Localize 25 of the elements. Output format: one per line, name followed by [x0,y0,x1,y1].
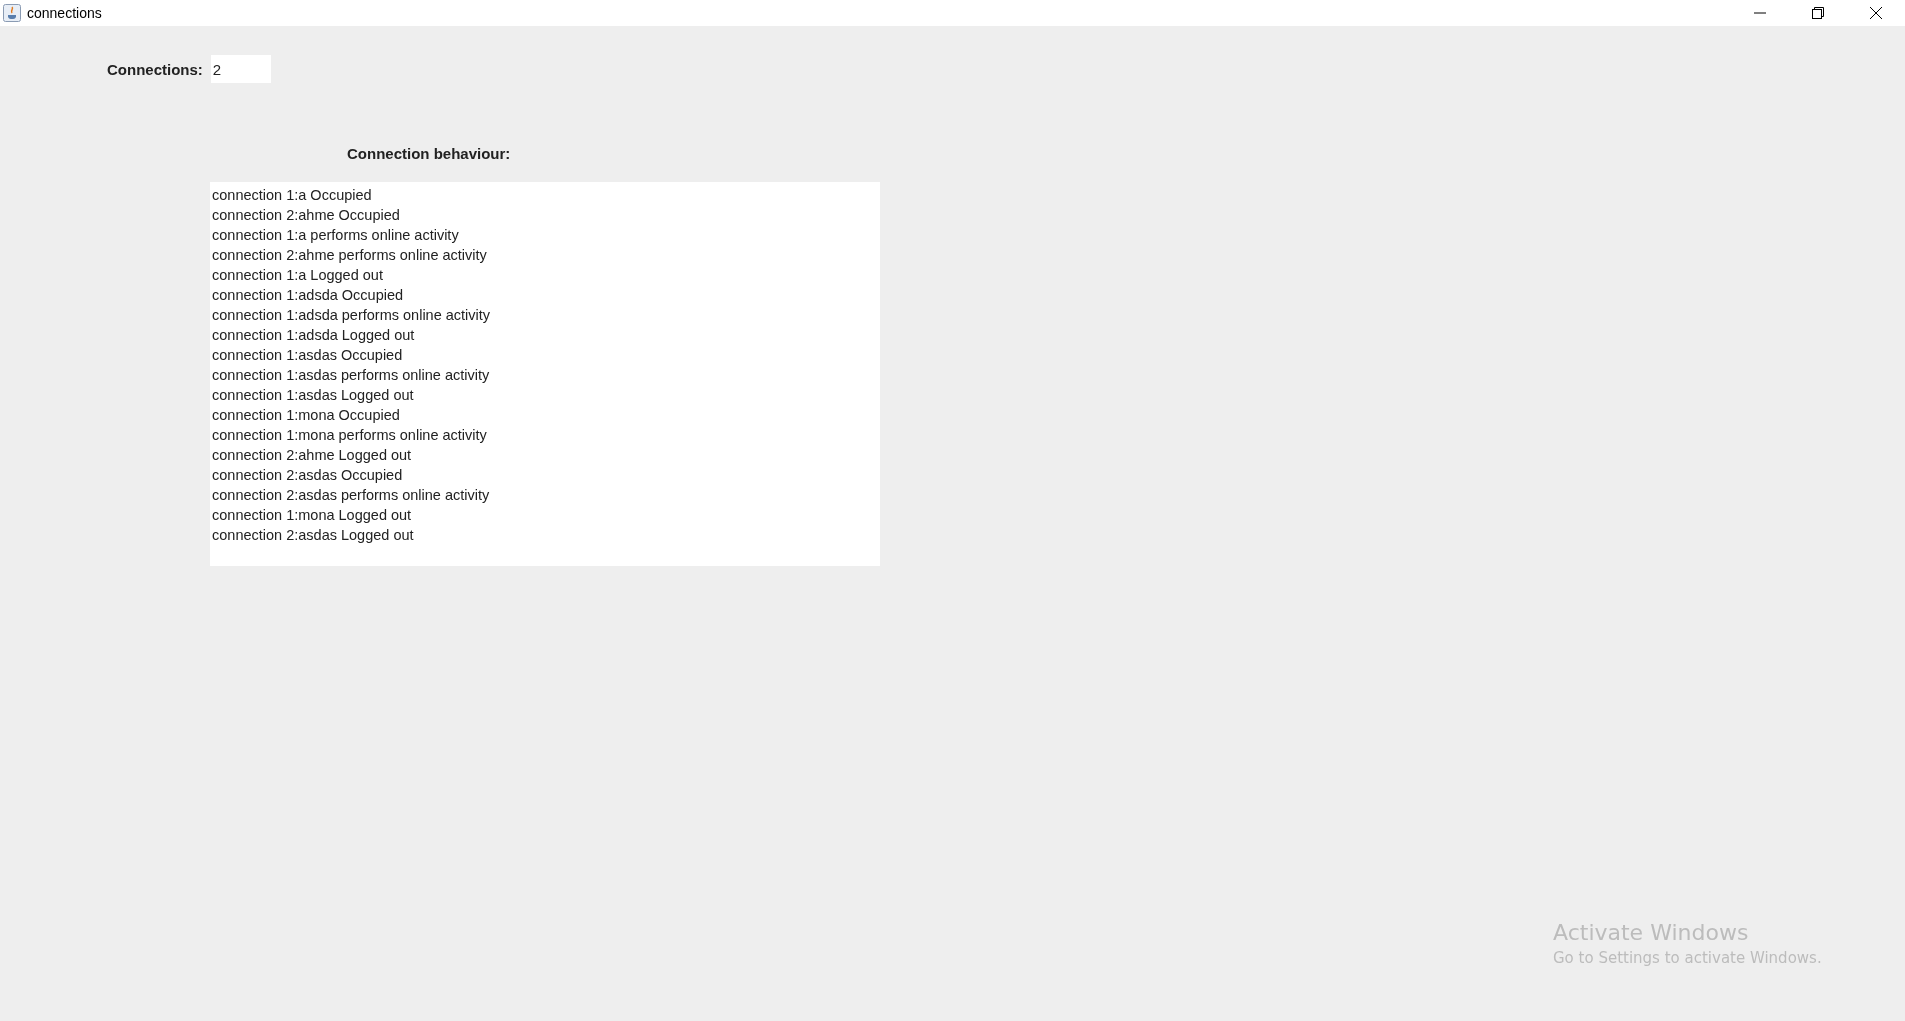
log-line: connection 1:adsda Logged out [212,326,415,345]
log-line: connection 1:asdas performs online activity [212,366,490,385]
log-line: connection 1:a Logged out [212,266,383,285]
connections-field[interactable]: 2 [210,55,271,83]
log-line: connection 1:mona Logged out [212,506,412,525]
log-line: connection 1:asdas Occupied [212,346,403,365]
log-line: connection 2:ahme performs online activity [212,246,487,265]
log-line: connection 1:adsda Occupied [212,286,404,305]
log-line: connection 2:asdas Occupied [212,466,403,485]
behaviour-label: Connection behaviour: [347,145,511,162]
log-line: connection 2:ahme Logged out [212,446,412,465]
log-line: connection 1:a performs online activity [212,226,459,245]
log-line: connection 2:ahme Occupied [212,206,400,225]
log-line: connection 1:adsda performs online activity [212,306,491,325]
log-line: connection 1:mona Occupied [212,406,400,425]
log-line: connection 1:a Occupied [212,186,372,205]
connections-label: Connections: [107,60,203,78]
log-line: connection 2:asdas Logged out [212,526,414,545]
close-icon [1870,7,1882,19]
log-line: connection 1:mona performs online activity [212,426,487,445]
log-line: connection 2:asdas performs online activity [212,486,490,505]
log-line: connection 1:asdas Logged out [212,386,414,405]
app-icon [3,4,21,22]
window-title: connections [27,5,102,21]
restore-icon [1812,7,1824,19]
